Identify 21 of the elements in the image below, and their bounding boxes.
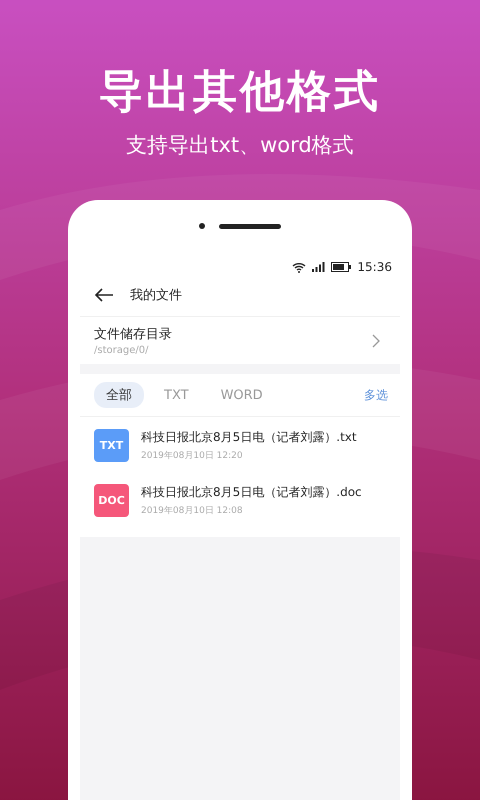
storage-label: 文件储存目录 <box>94 326 172 343</box>
file-type-badge: TXT <box>94 429 129 462</box>
back-icon[interactable] <box>94 288 114 302</box>
file-date: 2019年08月10日 12:20 <box>141 450 244 462</box>
signal-icon <box>312 262 326 272</box>
wifi-icon <box>292 262 306 272</box>
camera-icon <box>199 223 205 229</box>
storage-row[interactable]: 文件储存目录 /storage/0/ <box>80 317 400 364</box>
file-name[interactable]: 科技日报北京8月5日电（记者刘露）.doc <box>141 484 362 501</box>
file-date: 2019年08月10日 12:08 <box>141 504 244 517</box>
subheadline: 支持导出txt、word格式 <box>126 132 354 159</box>
page-title: 我的文件 <box>130 287 182 304</box>
chevron-right-icon <box>372 334 380 348</box>
storage-path: /storage/0/ <box>94 345 150 356</box>
filter-tab[interactable]: 全部 <box>94 382 144 408</box>
battery-icon <box>331 262 352 272</box>
status-time: 15:36 <box>357 260 392 274</box>
file-type-badge: DOC <box>94 484 129 517</box>
speaker-icon <box>219 224 281 228</box>
file-name[interactable]: 科技日报北京8月5日电（记者刘露）.txt <box>141 429 357 446</box>
headline: 导出其他格式 <box>99 65 381 119</box>
